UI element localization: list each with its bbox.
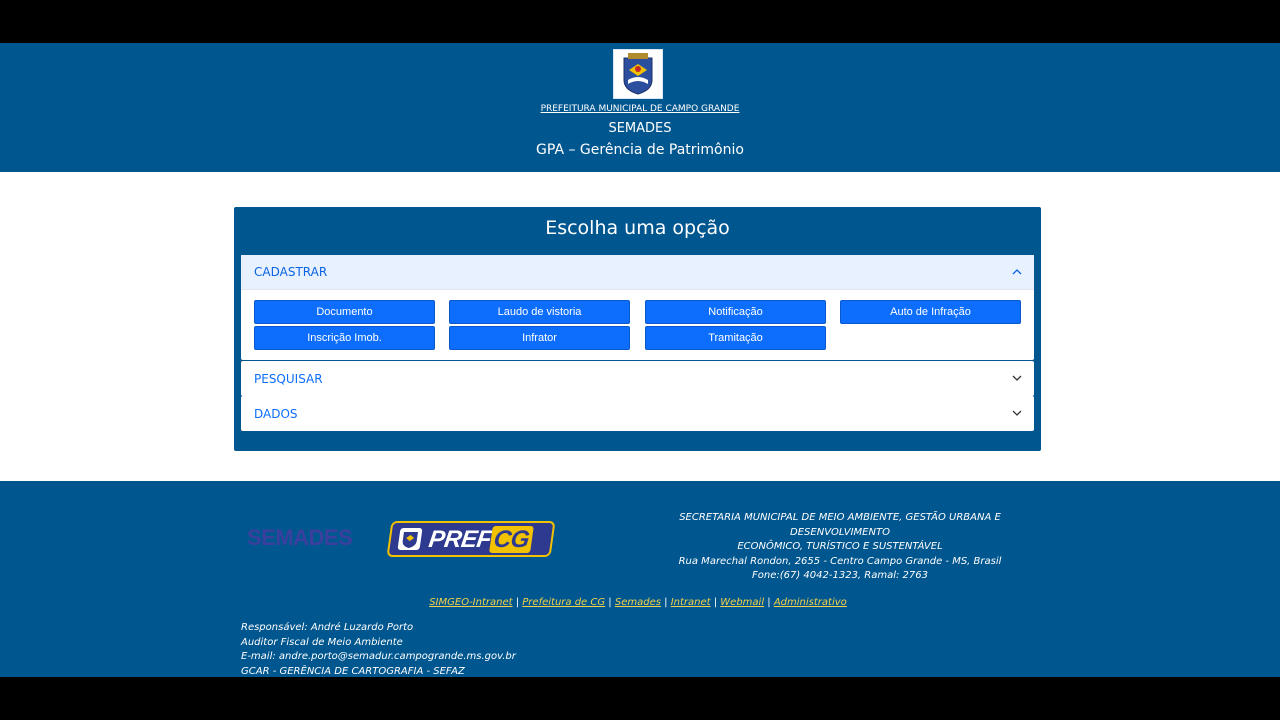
- link-simgeo-intranet[interactable]: SIMGEO-Intranet: [429, 597, 512, 608]
- org-link[interactable]: PREFEITURA MUNICIPAL DE CAMPO GRANDE: [0, 104, 1280, 114]
- documento-button[interactable]: Documento: [254, 300, 435, 324]
- site-footer: SEMADES PREFCG SECRETARIA MUNICIPAL DE M…: [0, 481, 1280, 677]
- responsible-line: Responsável: André Luzardo Porto: [241, 622, 414, 633]
- infrator-button[interactable]: Infrator: [449, 326, 630, 350]
- accordion-label-dados: DADOS: [254, 406, 298, 421]
- prefcg-crest-icon: [397, 528, 423, 550]
- auto-de-infracao-button[interactable]: Auto de Infração: [840, 300, 1021, 324]
- link-webmail[interactable]: Webmail: [720, 597, 764, 608]
- letterbox-bottom: [0, 677, 1280, 720]
- inscricao-imob-button[interactable]: Inscrição Imob.: [254, 326, 435, 350]
- secretariat-address: SECRETARIA MUNICIPAL DE MEIO AMBIENTE, G…: [630, 511, 1050, 584]
- link-separator: |: [764, 597, 774, 608]
- accordion-header-pesquisar[interactable]: PESQUISAR: [241, 361, 1034, 396]
- address-line: SECRETARIA MUNICIPAL DE MEIO AMBIENTE, G…: [679, 512, 1001, 538]
- link-separator: |: [512, 597, 523, 608]
- page-title: GPA – Gerência de Patrimônio: [536, 142, 744, 158]
- accordion-body-cadastrar: Documento Laudo de vistoria Notificação …: [241, 290, 1034, 360]
- panel-title: Escolha uma opção: [545, 217, 730, 239]
- link-separator: |: [710, 597, 721, 608]
- prefcg-cg-text: CG: [489, 526, 534, 553]
- address-line: ECONÔMICO, TURÍSTICO E SUSTENTÁVEL: [737, 541, 943, 552]
- prefcg-logo-text: PREFCG: [427, 526, 534, 554]
- link-separator: |: [605, 597, 615, 608]
- chevron-down-icon: [1012, 375, 1022, 381]
- prefcg-logo: PREFCG: [386, 521, 556, 557]
- accordion-dados: DADOS: [241, 396, 1034, 431]
- address-line: Rua Marechal Rondon, 2655 - Centro Campo…: [678, 555, 1002, 567]
- main-content: Escolha uma opção CADASTRAR Documento La…: [0, 172, 1280, 481]
- accordion-label-cadastrar: CADASTRAR: [254, 265, 328, 279]
- accordion-header-dados[interactable]: DADOS: [241, 396, 1034, 431]
- options-panel: Escolha uma opção CADASTRAR Documento La…: [234, 207, 1041, 451]
- accordion-header-cadastrar[interactable]: CADASTRAR: [241, 255, 1034, 290]
- laudo-de-vistoria-button[interactable]: Laudo de vistoria: [449, 300, 630, 324]
- accordion-label-pesquisar: PESQUISAR: [254, 371, 323, 386]
- site-header: PREFEITURA MUNICIPAL DE CAMPO GRANDE SEM…: [0, 43, 1280, 172]
- link-separator: |: [660, 597, 671, 608]
- link-administrativo[interactable]: Administrativo: [774, 597, 847, 608]
- accordion-cadastrar: CADASTRAR Documento Laudo de vistoria No…: [241, 255, 1034, 360]
- address-line: Fone:(67) 4042-1323, Ramal: 2763: [751, 570, 929, 581]
- link-intranet[interactable]: Intranet: [671, 597, 711, 608]
- letterbox-top: [0, 0, 1280, 43]
- footer-links: SIMGEO-Intranet | Prefeitura de CG | Sem…: [0, 597, 1276, 608]
- link-prefeitura-de-cg[interactable]: Prefeitura de CG: [522, 597, 605, 608]
- notificacao-button[interactable]: Notificação: [645, 300, 826, 324]
- responsible-info: Responsável: André Luzardo Porto Auditor…: [241, 621, 516, 679]
- chevron-up-icon: [1012, 269, 1022, 275]
- header-subtitle: SEMADES: [608, 121, 672, 136]
- accordion-pesquisar: PESQUISAR: [241, 361, 1034, 396]
- tramitacao-button[interactable]: Tramitação: [645, 326, 826, 350]
- semades-logo: SEMADES: [247, 525, 353, 550]
- prefcg-pref-text: PREF: [427, 526, 493, 553]
- city-coat-of-arms-icon[interactable]: [613, 49, 663, 99]
- responsible-line: Auditor Fiscal de Meio Ambiente: [241, 636, 403, 648]
- responsible-email: E-mail: andre.porto@semadur.campogrande.…: [241, 651, 516, 662]
- chevron-down-icon: [1012, 410, 1022, 416]
- link-semades[interactable]: Semades: [615, 597, 661, 608]
